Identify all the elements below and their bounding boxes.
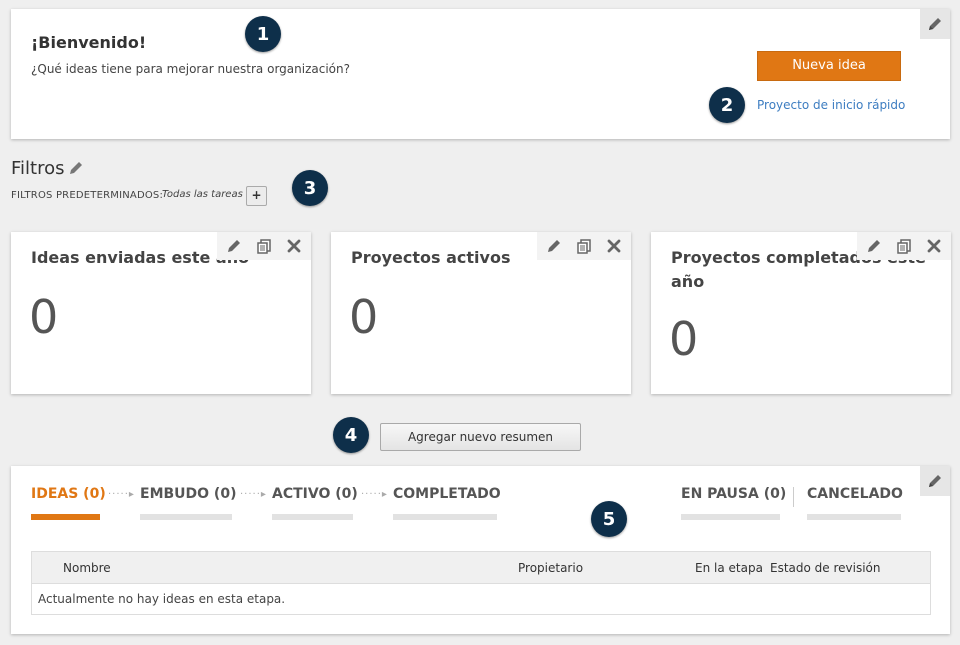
edit-pipeline-button[interactable] [920,466,950,496]
column-review-status[interactable]: Estado de revisión [770,561,881,575]
quick-start-link[interactable]: Proyecto de inicio rápido [757,98,905,112]
stage-tab-funnel[interactable]: EMBUDO (0) [140,486,236,502]
summary-value: 0 [349,290,379,344]
close-icon [287,239,301,253]
stage-bar-ideas [31,514,100,520]
stage-arrow: ·····▸ [361,489,388,500]
pencil-icon[interactable] [68,160,84,176]
callout-badge-3: 3 [292,170,328,206]
copy-summary-button[interactable] [575,237,593,255]
delete-summary-button[interactable] [605,237,623,255]
stage-bar-paused [681,514,780,520]
callout-badge-1: 1 [245,16,281,52]
default-filters-value: Todas las tareas [162,189,243,200]
stage-tab-ideas[interactable]: IDEAS (0) [31,486,106,502]
edit-summary-button[interactable] [545,237,563,255]
stage-bar-active [272,514,353,520]
copy-icon [577,239,591,254]
table-header: Nombre Propietario En la etapa Estado de… [32,552,930,584]
empty-table-message: Actualmente no hay ideas en esta etapa. [38,592,286,606]
copy-summary-button[interactable] [255,237,273,255]
filters-title: Filtros [11,158,65,179]
edit-welcome-button[interactable] [920,9,950,39]
summary-card: Proyectos completados este año 0 [651,232,951,394]
callout-badge-4: 4 [333,417,369,453]
stage-arrow: ·····▸ [108,489,135,500]
summary-value: 0 [669,312,699,366]
add-filter-button[interactable]: + [246,186,267,206]
stage-divider [793,487,794,507]
stage-bar-completed [393,514,497,520]
column-owner[interactable]: Propietario [518,561,583,575]
copy-icon [897,239,911,254]
welcome-panel: ¡Bienvenido! ¿Qué ideas tiene para mejor… [11,9,950,139]
ideas-table: Nombre Propietario En la etapa Estado de… [31,551,931,615]
summary-card: Proyectos activos 0 [331,232,631,394]
new-idea-button[interactable]: Nueva idea [757,51,901,81]
welcome-title: ¡Bienvenido! [31,33,147,52]
stage-tab-active[interactable]: ACTIVO (0) [272,486,358,502]
pencil-icon [868,240,880,252]
close-icon [607,239,621,253]
stage-bar-cancelled [807,514,901,520]
pencil-icon [228,240,240,252]
pencil-icon [929,18,941,30]
pencil-icon [929,475,941,487]
table-body: Actualmente no hay ideas en esta etapa. [32,584,930,614]
edit-summary-button[interactable] [865,237,883,255]
stage-tab-completed[interactable]: COMPLETADO [393,486,501,502]
stage-tab-paused[interactable]: EN PAUSA (0) [681,486,786,502]
add-summary-button[interactable]: Agregar nuevo resumen [380,423,581,451]
stage-arrow: ·····▸ [240,489,267,500]
close-icon [927,239,941,253]
default-filters-label: FILTROS PREDETERMINADOS: [11,190,164,201]
summary-toolbar [857,232,951,260]
welcome-subtitle: ¿Qué ideas tiene para mejorar nuestra or… [31,62,350,76]
copy-summary-button[interactable] [895,237,913,255]
stage-tab-cancelled[interactable]: CANCELADO [807,486,903,502]
edit-summary-button[interactable] [225,237,243,255]
summary-toolbar [217,232,311,260]
pencil-icon [548,240,560,252]
pipeline-panel: IDEAS (0) ·····▸ EMBUDO (0) ·····▸ ACTIV… [11,466,950,634]
summary-value: 0 [29,290,59,344]
column-name[interactable]: Nombre [63,561,111,575]
callout-badge-2: 2 [709,87,745,123]
delete-summary-button[interactable] [285,237,303,255]
summary-card: Ideas enviadas este año 0 [11,232,311,394]
delete-summary-button[interactable] [925,237,943,255]
copy-icon [257,239,271,254]
callout-badge-5: 5 [591,501,627,537]
stage-bar-funnel [140,514,232,520]
column-stage-time[interactable]: En la etapa [695,561,763,575]
summary-toolbar [537,232,631,260]
